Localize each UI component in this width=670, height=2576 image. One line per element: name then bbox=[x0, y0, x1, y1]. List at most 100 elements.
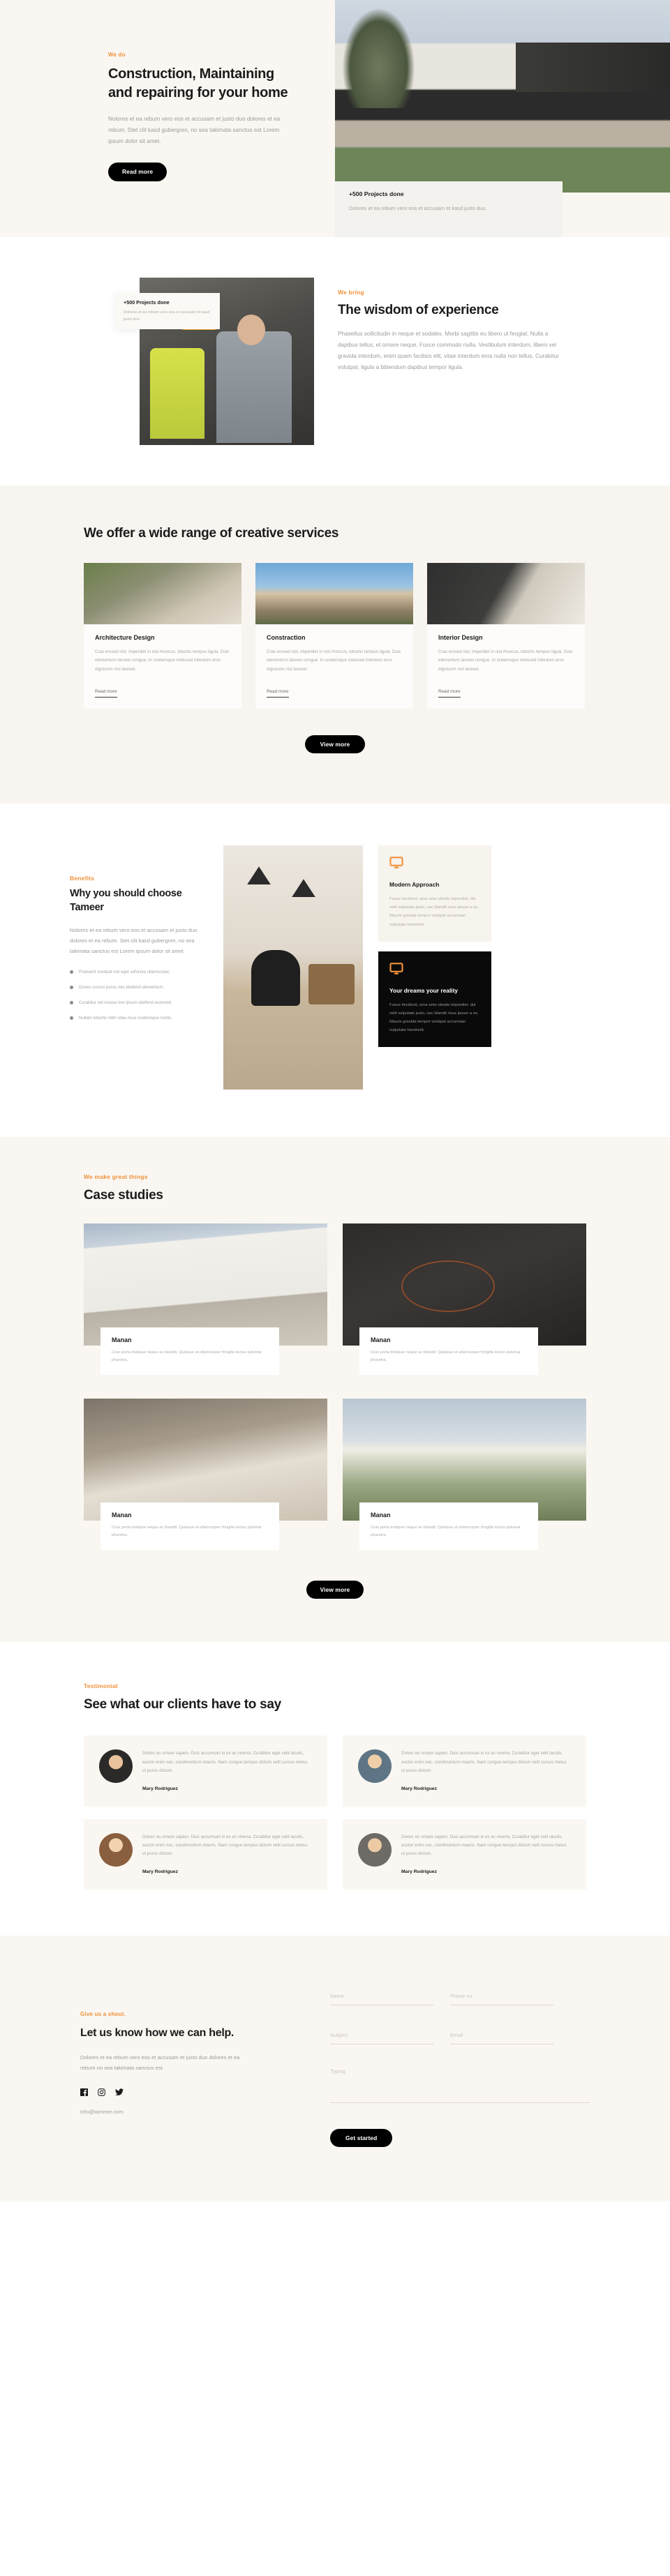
feature-card-title: Modern Approach bbox=[389, 881, 440, 889]
pendant-lamp-shape bbox=[292, 879, 315, 898]
landing-page: We do Construction, Maintaining and repa… bbox=[0, 0, 670, 2201]
hero-badge-title: +500 Projects done bbox=[349, 190, 404, 197]
monitor-icon bbox=[389, 962, 480, 979]
testimonials-section: Testimonial See what our clients have to… bbox=[0, 1642, 670, 1936]
wisdom-section: +500 Projects done Dolores et ea rebum v… bbox=[0, 237, 670, 485]
feature-card-desc: Fusce tincidunt, urna ame olestie imperd… bbox=[389, 1002, 479, 1032]
benefits-list-item: Curabitur vel massa non ipsum eleifend e… bbox=[70, 1000, 209, 1007]
testimonials-grid: Donec eu ornare sapien. Duis accumsan in… bbox=[84, 1735, 586, 1890]
avatar bbox=[99, 1832, 133, 1867]
service-card[interactable]: Architecture Design Cras erosed nisl, im… bbox=[84, 563, 241, 709]
hero-eyebrow: We do bbox=[108, 52, 126, 58]
testimonials-title: See what our clients have to say bbox=[84, 1697, 281, 1712]
case-studies-section: We make great things Case studies Manan … bbox=[0, 1137, 670, 1643]
hero-read-more-button[interactable]: Read more bbox=[108, 162, 168, 181]
testimonial-author: Mary Rodriguez bbox=[142, 1869, 178, 1874]
get-started-button[interactable]: Get started bbox=[330, 2128, 393, 2147]
email-input[interactable] bbox=[450, 2031, 553, 2044]
wisdom-projects-badge: +500 Projects done Dolores et ea rebum v… bbox=[115, 293, 220, 329]
testimonial-card: Donec eu ornare sapien. Duis accumsan in… bbox=[343, 1818, 586, 1890]
service-image bbox=[427, 563, 585, 625]
phone-input[interactable] bbox=[450, 1992, 553, 2005]
message-textarea[interactable] bbox=[330, 2066, 590, 2103]
benefits-interior-image bbox=[223, 845, 363, 1090]
case-card[interactable]: Manan Cras porta tristique neque ac blan… bbox=[84, 1223, 327, 1376]
service-read-more-link[interactable]: Read more bbox=[438, 689, 461, 698]
hero-section: We do Construction, Maintaining and repa… bbox=[0, 0, 670, 237]
contact-email[interactable]: info@tammer.com bbox=[80, 2109, 311, 2115]
service-title: Interior Design bbox=[438, 634, 483, 642]
cases-eyebrow: We make great things bbox=[84, 1173, 148, 1181]
feature-card-title: Your dreams your reality bbox=[389, 986, 459, 994]
twitter-icon[interactable] bbox=[115, 2088, 124, 2096]
worker-vest-shape bbox=[150, 347, 204, 439]
benefits-list-item: Nullam lobortis nibh vitae risus sceleri… bbox=[70, 1015, 209, 1022]
benefits-list-item: Donec cursus purus nec eleifend elementu… bbox=[70, 984, 209, 991]
hero-title: Construction, Maintaining and repairing … bbox=[108, 66, 288, 100]
cases-view-more-button[interactable]: View more bbox=[306, 1581, 364, 1599]
name-field-wrap bbox=[330, 1989, 433, 2005]
testimonial-quote: Donec eu ornare sapien. Duis accumsan in… bbox=[142, 1751, 308, 1774]
case-desc: Cras porta tristique neque ac blandit. Q… bbox=[112, 1350, 262, 1363]
benefits-list: Praesent volutpat nisl eget vehicula ull… bbox=[70, 969, 209, 1021]
manager-face-shape bbox=[237, 314, 265, 345]
feature-card-desc: Fusce tincidunt, urna ame olestie imperd… bbox=[389, 897, 479, 927]
services-view-more-button[interactable]: View more bbox=[304, 735, 366, 754]
hero-image-wrap: +500 Projects done Dolores et ea rebum v… bbox=[335, 0, 670, 237]
benefits-body: Nolores et ea rebum vero eos et accusam … bbox=[70, 926, 198, 955]
subject-field-wrap bbox=[330, 2028, 433, 2044]
avatar bbox=[99, 1749, 133, 1784]
contact-eyebrow: Give us a shout. bbox=[80, 2010, 126, 2017]
monitor-icon bbox=[389, 857, 480, 873]
contact-section: Give us a shout. Let us know how we can … bbox=[0, 1935, 670, 2201]
testimonials-eyebrow: Testimonial bbox=[84, 1682, 118, 1690]
service-read-more-link[interactable]: Read more bbox=[267, 689, 289, 698]
testimonial-card: Donec eu ornare sapien. Duis accumsan in… bbox=[84, 1735, 327, 1807]
hero-house-image bbox=[335, 0, 670, 193]
service-title: Architecture Design bbox=[95, 634, 155, 642]
chair-shape bbox=[251, 950, 300, 1007]
service-image bbox=[84, 563, 241, 625]
contact-body: Dolores et ea rebum vero eos et accusam … bbox=[80, 2054, 240, 2072]
wisdom-eyebrow: We bring bbox=[338, 289, 364, 296]
social-links bbox=[80, 2088, 311, 2097]
service-desc: Cras erosed nisl, imperdiet in nisl rhon… bbox=[95, 649, 230, 672]
testimonial-author: Mary Rodriguez bbox=[401, 1869, 437, 1874]
benefits-feature-cards: Modern Approach Fusce tincidunt, urna am… bbox=[378, 845, 491, 1048]
hero-content: We do Construction, Maintaining and repa… bbox=[0, 0, 335, 237]
case-desc: Cras porta tristique neque ac blandit. Q… bbox=[371, 1350, 521, 1363]
testimonial-quote: Donec eu ornare sapien. Duis accumsan in… bbox=[401, 1834, 567, 1857]
contact-content: Give us a shout. Let us know how we can … bbox=[80, 1982, 311, 2147]
case-title: Manan bbox=[371, 1511, 391, 1519]
service-card[interactable]: Interior Design Cras erosed nisl, imperd… bbox=[427, 563, 585, 709]
testimonial-author: Mary Rodriguez bbox=[401, 1786, 437, 1791]
subject-input[interactable] bbox=[330, 2031, 433, 2044]
case-title: Manan bbox=[112, 1336, 132, 1343]
service-read-more-link[interactable]: Read more bbox=[95, 689, 117, 698]
name-input[interactable] bbox=[330, 1992, 433, 2005]
service-title: Constraction bbox=[267, 634, 306, 642]
email-field-wrap bbox=[450, 2028, 553, 2044]
service-card[interactable]: Constraction Cras erosed nisl, imperdiet… bbox=[255, 563, 413, 709]
case-card[interactable]: Manan Cras porta tristique neque ac blan… bbox=[343, 1399, 586, 1551]
case-card[interactable]: Manan Cras porta tristique neque ac blan… bbox=[84, 1399, 327, 1551]
table-shape bbox=[308, 964, 355, 1005]
benefits-section: Benefits Why you should choose Tameer No… bbox=[0, 804, 670, 1138]
feature-card-your-dreams: Your dreams your reality Fusce tincidunt… bbox=[378, 951, 491, 1048]
benefits-list-item: Praesent volutpat nisl eget vehicula ull… bbox=[70, 969, 209, 976]
services-section: We offer a wide range of creative servic… bbox=[0, 485, 670, 804]
services-grid: Architecture Design Cras erosed nisl, im… bbox=[84, 563, 586, 709]
case-desc: Cras porta tristique neque ac blandit. Q… bbox=[371, 1525, 521, 1538]
instagram-icon[interactable] bbox=[98, 2088, 105, 2097]
testimonial-author: Mary Rodriguez bbox=[142, 1786, 178, 1791]
hero-projects-badge: +500 Projects done Dolores et ea rebum v… bbox=[335, 181, 563, 237]
phone-field-wrap bbox=[450, 1989, 553, 2005]
case-card[interactable]: Manan Cras porta tristique neque ac blan… bbox=[343, 1223, 586, 1376]
case-desc: Cras porta tristique neque ac blandit. Q… bbox=[112, 1525, 262, 1538]
wisdom-title: The wisdom of experience bbox=[338, 303, 499, 317]
service-image bbox=[255, 563, 413, 625]
pendant-lamp-shape bbox=[247, 866, 271, 885]
wisdom-content: We bring The wisdom of experience Phasel… bbox=[314, 278, 652, 445]
testimonial-card: Donec eu ornare sapien. Duis accumsan in… bbox=[84, 1818, 327, 1890]
facebook-icon[interactable] bbox=[80, 2088, 88, 2097]
